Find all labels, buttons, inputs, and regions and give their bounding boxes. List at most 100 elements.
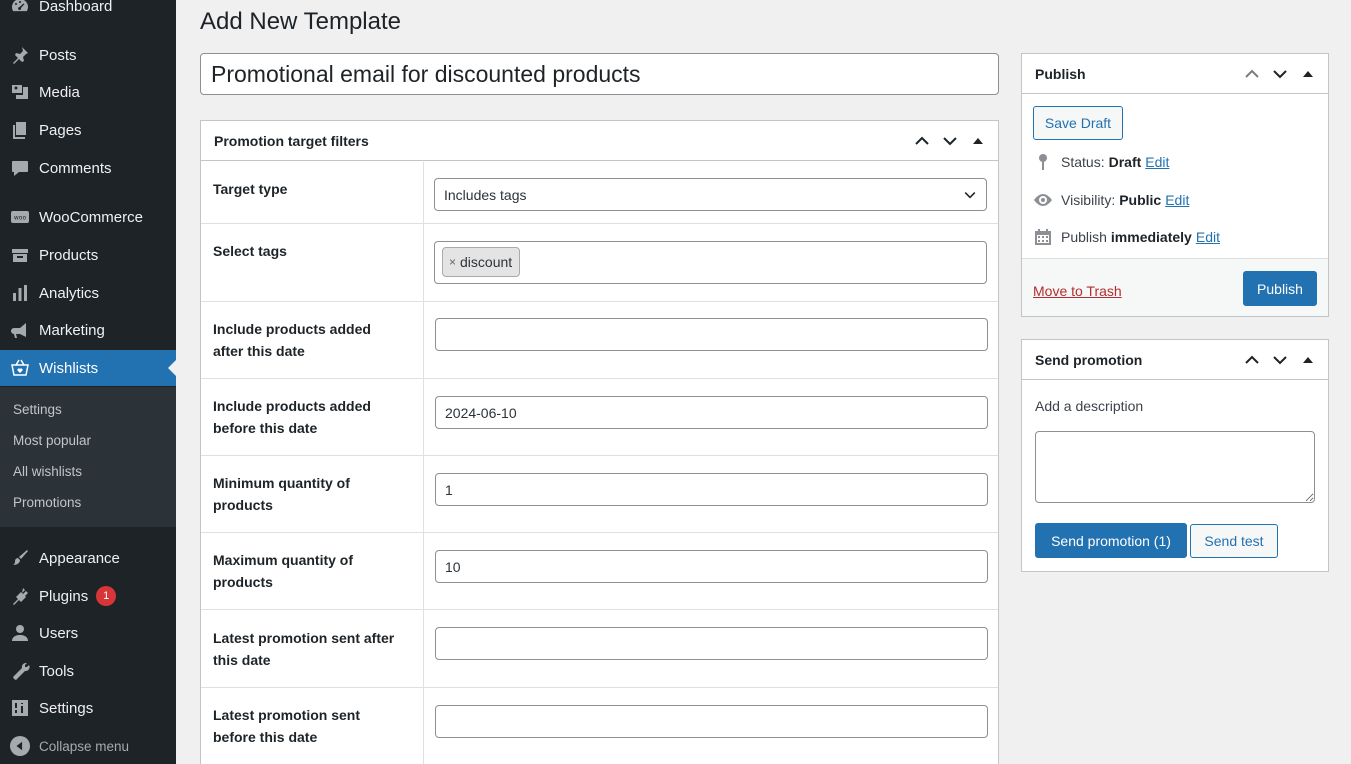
max-qty-input[interactable] [435,550,988,583]
menu-users[interactable]: Users [0,615,176,651]
target-type-select[interactable]: Includes tags [434,178,987,211]
menu-label: Products [39,246,99,264]
move-to-trash-link[interactable]: Move to Trash [1033,283,1122,299]
menu-label: Settings [39,699,94,717]
menu-label: Wishlists [39,359,99,377]
menu-label: Appearance [39,549,120,567]
menu-plugins[interactable]: Plugins 1 [0,578,176,614]
dashboard-icon [9,0,31,16]
menu-pages[interactable]: Pages [0,112,176,148]
added-before-input[interactable] [435,396,988,429]
select-tags-label: Select tags [213,243,287,259]
send-test-button[interactable]: Send test [1190,524,1278,558]
visibility-value: Public [1119,192,1162,208]
move-down-icon[interactable] [940,131,960,151]
menu-marketing[interactable]: Marketing [0,312,176,348]
admin-sidebar: Dashboard Posts Media Pages Comments woo… [0,0,176,764]
menu-appearance[interactable]: Appearance [0,540,176,576]
menu-label: Posts [39,46,77,64]
added-before-label: Include products added before this date [213,398,371,436]
collapse-menu-button[interactable]: Collapse menu [0,731,176,761]
submenu-settings[interactable]: Settings [13,402,62,417]
eye-icon [1033,190,1053,210]
menu-label: Analytics [39,284,100,302]
menu-products[interactable]: Products [0,237,176,273]
toggle-panel-icon[interactable] [968,131,988,151]
move-down-icon[interactable] [1270,64,1290,84]
edit-status-link[interactable]: Edit [1145,154,1169,170]
pages-icon [9,120,31,140]
tag-chip: × discount [442,247,521,277]
megaphone-icon [9,320,31,340]
wrench-icon [9,661,31,681]
menu-dashboard[interactable]: Dashboard [0,0,176,24]
publish-button[interactable]: Publish [1243,271,1317,306]
sent-after-input[interactable] [435,627,988,660]
postbox-header: Promotion target filters [201,121,998,161]
promotion-target-filters-box: Promotion target filters Target type Inc… [200,120,999,764]
visibility-row: Visibility: Public Edit [1033,190,1189,210]
filter-row-select-tags: Select tags × discount [201,224,998,302]
filter-row-min-qty: Minimum quantity of products [201,456,998,533]
menu-label: Marketing [39,321,105,339]
filter-row-added-after: Include products added after this date [201,302,998,379]
send-promotion-button[interactable]: Send promotion (1) [1035,523,1187,558]
submenu-promotions[interactable]: Promotions [13,495,81,510]
edit-visibility-link[interactable]: Edit [1165,192,1189,208]
move-up-icon[interactable] [1242,350,1262,370]
edit-schedule-link[interactable]: Edit [1196,229,1220,245]
post-title-input[interactable] [200,53,999,95]
description-textarea[interactable] [1035,431,1315,503]
sent-before-input[interactable] [435,705,988,738]
target-type-value: Includes tags [444,186,527,203]
move-up-icon[interactable] [1242,64,1262,84]
menu-label: Dashboard [39,0,113,15]
filter-row-target-type: Target type Includes tags [201,162,998,224]
menu-tools[interactable]: Tools [0,653,176,689]
paintbrush-icon [9,548,31,568]
products-icon [9,245,31,265]
users-icon [9,623,31,643]
filter-row-max-qty: Maximum quantity of products [201,533,998,610]
postbox-title: Publish [1035,65,1086,82]
menu-posts[interactable]: Posts [0,37,176,73]
pin-icon [9,45,31,65]
plugin-icon [9,586,31,606]
menu-comments[interactable]: Comments [0,150,176,186]
filter-row-sent-after: Latest promotion sent after this date [201,610,998,688]
toggle-panel-icon[interactable] [1298,350,1318,370]
sent-after-label: Latest promotion sent after this date [213,630,395,668]
svg-text:woo: woo [14,215,27,222]
sent-before-label: Latest promotion sent before this date [213,707,361,745]
save-draft-button[interactable]: Save Draft [1033,106,1123,140]
submenu-most-popular[interactable]: Most popular [13,433,91,448]
menu-label: Pages [39,121,82,139]
added-after-input[interactable] [435,318,988,351]
menu-woocommerce[interactable]: woo WooCommerce [0,199,176,235]
toggle-panel-icon[interactable] [1298,64,1318,84]
min-qty-input[interactable] [435,473,988,506]
status-label: Status: [1061,154,1105,170]
menu-label: Plugins [39,587,89,605]
menu-analytics[interactable]: Analytics [0,275,176,311]
analytics-icon [9,283,31,303]
pin-icon [1033,152,1053,172]
submenu-all-wishlists[interactable]: All wishlists [13,464,82,479]
postbox-title: Send promotion [1035,351,1143,368]
menu-label: Media [39,83,80,101]
menu-media[interactable]: Media [0,74,176,110]
filter-row-added-before: Include products added before this date [201,379,998,456]
menu-settings[interactable]: Settings [0,690,176,726]
publish-time-label: Publish [1061,229,1107,245]
menu-wishlists[interactable]: Wishlists [0,350,176,386]
menu-label: WooCommerce [39,208,143,226]
comments-icon [9,158,31,178]
move-down-icon[interactable] [1270,350,1290,370]
media-icon [9,82,31,102]
tags-field[interactable]: × discount [434,241,987,284]
remove-tag-icon[interactable]: × [449,255,456,269]
move-up-icon[interactable] [912,131,932,151]
collapse-arrow-icon [10,736,30,756]
filter-row-sent-before: Latest promotion sent before this date [201,688,998,764]
woocommerce-icon: woo [9,207,31,227]
